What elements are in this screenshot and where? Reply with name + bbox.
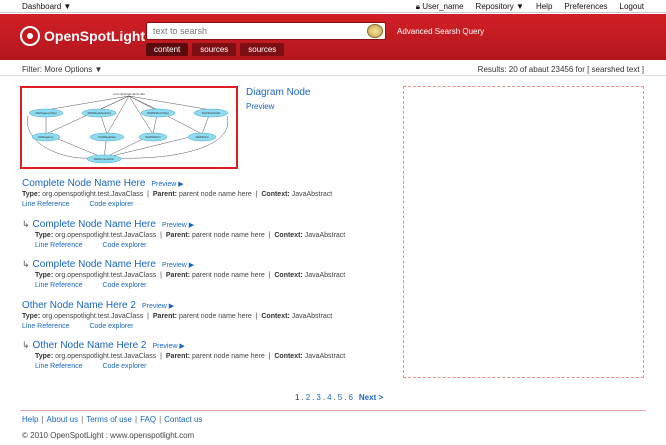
- result-title[interactable]: Other Node Name Here 2: [33, 340, 147, 351]
- result-title[interactable]: Complete Node Name Here: [33, 259, 156, 270]
- preview-link[interactable]: Preview ▶: [162, 262, 194, 269]
- result-meta: Type: org.openspotlight.test.JavaClass |…: [35, 353, 346, 360]
- footer-contact-link[interactable]: Contact us: [164, 415, 202, 424]
- line-reference-link[interactable]: Line Reference: [35, 282, 82, 289]
- footer-faq-link[interactable]: FAQ: [140, 415, 156, 424]
- user-menu[interactable]: 🔒︎ User_name: [416, 2, 464, 12]
- result-title[interactable]: Complete Node Name Here: [22, 178, 145, 189]
- advanced-search-link[interactable]: Advanced Searsh Query: [397, 27, 484, 36]
- code-explorer-link[interactable]: Code explorer: [102, 242, 146, 249]
- diagram-thumbnail[interactable]: com.censored.demo.dao DAOAgencyImpl DAOP…: [20, 86, 238, 169]
- diagram-node-label: DAOPayablesImpl: [88, 111, 111, 115]
- result-item: ↳ Complete Node Name Here Preview ▶ Type: …: [22, 219, 345, 249]
- preview-panel: [403, 86, 644, 378]
- code-explorer-link[interactable]: Code explorer: [89, 201, 133, 208]
- footer-terms-link[interactable]: Terms of use: [86, 415, 132, 424]
- preview-link[interactable]: Preview ▶: [162, 222, 194, 229]
- result-item: ↳ Complete Node Name Here Preview ▶ Type: …: [22, 259, 345, 289]
- diagram-root-label: com.censored.demo.dao: [113, 92, 145, 96]
- top-bar: Dashboard ▼ 🔒︎ User_name Repository ▼ He…: [0, 0, 666, 13]
- diagram-node-title[interactable]: Diagram Node: [246, 87, 310, 98]
- footer-divider: [20, 410, 646, 411]
- filter-bar: Filter: More Options ▼ Results: 20 of ab…: [0, 61, 666, 76]
- page-link[interactable]: 4: [327, 393, 331, 402]
- child-arrow-icon: ↳: [22, 340, 30, 350]
- top-bar-right: 🔒︎ User_name Repository ▼ Help Preferenc…: [416, 2, 644, 12]
- dashboard-menu[interactable]: Dashboard ▼: [22, 2, 71, 11]
- tab-sources-2[interactable]: sources: [240, 43, 285, 56]
- tab-sources[interactable]: sources: [192, 43, 237, 56]
- result-item: ↳ Other Node Name Here 2 Preview ▶ Type: o…: [22, 340, 345, 370]
- result-title[interactable]: Complete Node Name Here: [33, 219, 156, 230]
- footer-links: Help | About us | Terms of use | FAQ | Conta…: [22, 415, 203, 424]
- copyright: © 2010 OpenSpotLight : www.openspotlight…: [22, 431, 195, 440]
- child-arrow-icon: ↳: [22, 219, 30, 229]
- page-link[interactable]: 3: [316, 393, 320, 402]
- help-link[interactable]: Help: [536, 2, 552, 12]
- diagram-node-label: DaoTurboImpl: [202, 111, 220, 115]
- result-meta: Type: org.openspotlight.test.JavaClass |…: [22, 313, 333, 320]
- diagram-node-label: DAOHistoricImpl: [147, 111, 168, 115]
- logo[interactable]: OpenSpotLight: [20, 26, 145, 46]
- line-reference-link[interactable]: Line Reference: [22, 323, 69, 330]
- result-meta: Type: org.openspotlight.test.JavaClass |…: [22, 191, 333, 198]
- diagram-node-label: DAOPayables: [98, 135, 116, 139]
- repository-menu[interactable]: Repository ▼: [476, 2, 524, 12]
- filter-controls: Filter: More Options ▼: [22, 65, 102, 74]
- diagram-graph: com.censored.demo.dao DAOAgencyImpl DAOP…: [27, 92, 229, 164]
- logout-link[interactable]: Logout: [620, 2, 644, 12]
- line-reference-link[interactable]: Line Reference: [35, 363, 82, 370]
- page-current: 1: [295, 393, 300, 402]
- search-box: [146, 22, 386, 40]
- result-title[interactable]: Other Node Name Here 2: [22, 300, 136, 311]
- preview-link[interactable]: Preview ▶: [151, 181, 183, 188]
- preview-link[interactable]: Preview ▶: [153, 343, 185, 350]
- search-input[interactable]: [147, 23, 357, 39]
- header-banner: OpenSpotLight Advanced Searsh Query cont…: [0, 14, 666, 60]
- code-explorer-link[interactable]: Code explorer: [102, 282, 146, 289]
- result-item: Other Node Name Here 2 Preview ▶ Type: or…: [22, 300, 332, 330]
- diagram-node-label: DAOTurbo: [196, 135, 209, 139]
- result-meta: Type: org.openspotlight.test.JavaClass |…: [35, 272, 346, 279]
- tab-content[interactable]: content: [146, 43, 189, 56]
- user-name: User_name: [422, 2, 464, 11]
- footer-about-link[interactable]: About us: [47, 415, 79, 424]
- page-link[interactable]: 5: [338, 393, 342, 402]
- lock-icon: 🔒︎: [415, 2, 420, 11]
- next-page-link[interactable]: Next >: [359, 393, 383, 402]
- diagram-node-label: DAOAgencyImpl: [36, 111, 57, 115]
- preview-link[interactable]: Preview ▶: [142, 303, 174, 310]
- search-icon[interactable]: [367, 24, 383, 38]
- search-tabs: content sources sources: [146, 43, 285, 56]
- line-reference-link[interactable]: Line Reference: [35, 242, 82, 249]
- diagram-node-label: DAOHistoric: [145, 135, 161, 139]
- code-explorer-link[interactable]: Code explorer: [102, 363, 146, 370]
- page-link[interactable]: 2: [306, 393, 310, 402]
- diagram-preview-link[interactable]: Preview: [246, 102, 274, 111]
- child-arrow-icon: ↳: [22, 259, 30, 269]
- line-reference-link[interactable]: Line Reference: [22, 201, 69, 208]
- page-link[interactable]: 6: [348, 393, 352, 402]
- results-count: Results: 20 of abaut 23456 for [ searshe…: [477, 65, 644, 74]
- more-options-dropdown[interactable]: More Options ▼: [44, 65, 102, 74]
- diagram-node-label: DAOAgency: [38, 135, 54, 139]
- pagination: 1. 2. 3. 4. 5. 6 Next >: [295, 393, 384, 402]
- diagram-node-label: DAOConnection: [94, 157, 115, 161]
- spotlight-icon: [20, 26, 40, 46]
- logo-text: OpenSpotLight: [44, 28, 146, 44]
- result-item: Complete Node Name Here Preview ▶ Type: o…: [22, 178, 332, 208]
- preferences-link[interactable]: Preferences: [564, 2, 607, 12]
- filter-label: Filter:: [22, 65, 42, 74]
- code-explorer-link[interactable]: Code explorer: [89, 323, 133, 330]
- footer-help-link[interactable]: Help: [22, 415, 38, 424]
- result-meta: Type: org.openspotlight.test.JavaClass |…: [35, 232, 346, 239]
